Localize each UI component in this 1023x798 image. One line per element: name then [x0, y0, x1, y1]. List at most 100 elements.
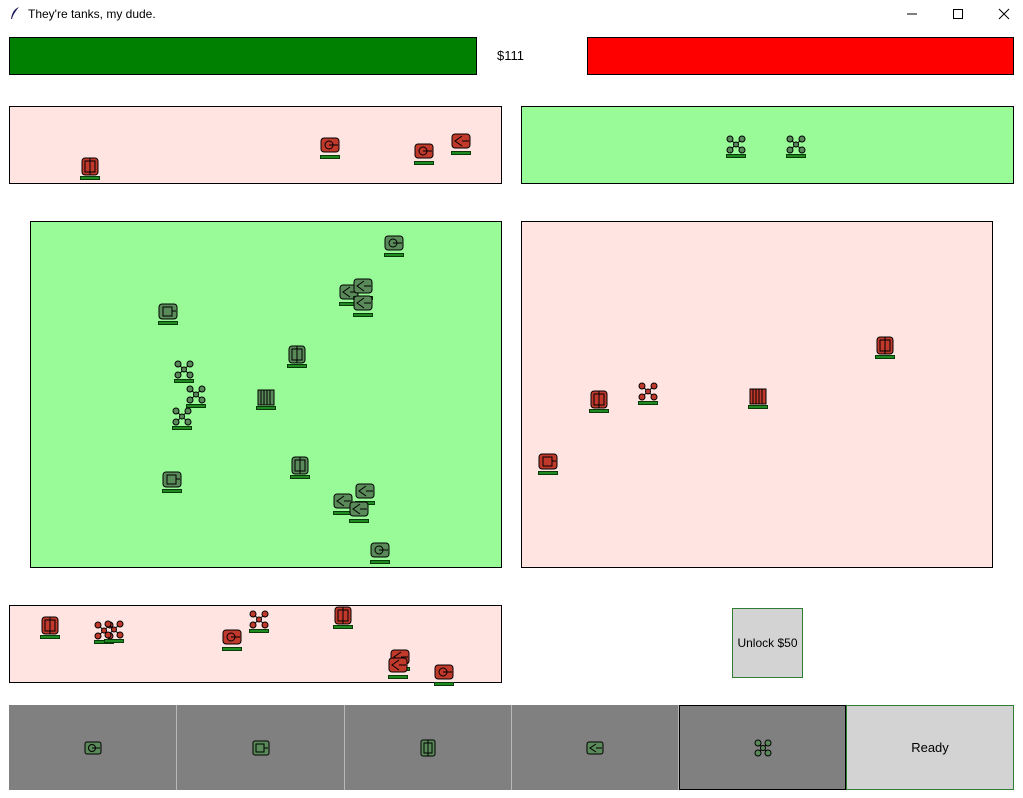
- unit-health-bar: [353, 313, 373, 317]
- base-unit-icon: [749, 388, 767, 405]
- medium-unit-icon: [162, 471, 182, 488]
- minimize-icon: [907, 13, 917, 15]
- heavy-unit[interactable]: [288, 456, 312, 482]
- light-unit[interactable]: [382, 234, 406, 260]
- light-unit-icon: [320, 137, 340, 153]
- unit-health-bar: [249, 629, 269, 633]
- heavy-unit[interactable]: [873, 336, 897, 362]
- drone-unit[interactable]: [724, 135, 748, 161]
- drone-unit[interactable]: [102, 620, 126, 646]
- unit-health-bar: [875, 355, 895, 359]
- unit-health-bar: [174, 379, 194, 383]
- heavy-tank-icon: [420, 739, 436, 756]
- medium-unit-icon: [538, 453, 558, 470]
- unlock-button[interactable]: Unlock $50: [732, 608, 803, 678]
- heavy-unit-icon: [876, 336, 894, 355]
- light-unit-icon: [370, 542, 390, 558]
- unit-health-bar: [333, 625, 353, 629]
- unit-health-bar: [158, 321, 178, 325]
- heavy-unit-icon: [41, 616, 59, 635]
- drone-unit[interactable]: [247, 610, 271, 636]
- artillery-unit[interactable]: [449, 132, 473, 158]
- maximize-icon: [953, 9, 963, 19]
- unit-health-bar: [538, 471, 558, 475]
- shop-slot-light-tank[interactable]: [9, 705, 177, 790]
- artillery-tank-icon: [586, 741, 604, 754]
- unit-health-bar: [104, 639, 124, 643]
- unit-health-bar: [162, 489, 182, 493]
- medium-unit[interactable]: [160, 470, 184, 496]
- feather-icon: [11, 7, 19, 19]
- unit-health-bar: [388, 675, 408, 679]
- light-unit-icon: [414, 143, 434, 159]
- unit-health-bar: [786, 154, 806, 158]
- light-unit[interactable]: [368, 541, 392, 567]
- close-button[interactable]: [981, 0, 1023, 28]
- medium-unit[interactable]: [156, 302, 180, 328]
- medium-unit[interactable]: [536, 452, 560, 478]
- artillery-unit[interactable]: [347, 500, 371, 526]
- heavy-unit-icon: [291, 456, 309, 475]
- artillery-unit[interactable]: [386, 656, 410, 682]
- unit-health-bar: [451, 151, 471, 155]
- zone-top-right[interactable]: [521, 106, 1014, 184]
- heavy-unit-icon: [81, 157, 99, 176]
- unit-health-bar: [290, 475, 310, 479]
- money-display: $111: [497, 48, 524, 63]
- drone-unit-icon: [638, 382, 658, 401]
- enemy-health-bar: [587, 37, 1014, 75]
- unit-health-bar: [222, 647, 242, 651]
- drone-unit[interactable]: [636, 382, 660, 408]
- shop-slot-artillery-tank[interactable]: [512, 705, 679, 790]
- drone-unit-icon: [186, 385, 206, 404]
- unit-health-bar: [320, 155, 340, 159]
- title-bar: They're tanks, my dude.: [0, 0, 1023, 28]
- heavy-unit[interactable]: [331, 606, 355, 632]
- close-icon: [998, 8, 1010, 20]
- unit-health-bar: [287, 364, 307, 368]
- unit-health-bar: [748, 405, 768, 409]
- artillery-unit-icon: [355, 483, 375, 499]
- heavy-unit[interactable]: [587, 390, 611, 416]
- light-unit[interactable]: [318, 136, 342, 162]
- light-tank-icon: [84, 741, 101, 754]
- artillery-unit[interactable]: [351, 294, 375, 320]
- unit-health-bar: [349, 519, 369, 523]
- artillery-unit-icon: [388, 657, 408, 673]
- drone-unit-icon: [172, 407, 192, 426]
- light-unit[interactable]: [220, 628, 244, 654]
- unit-health-bar: [384, 253, 404, 257]
- base-unit[interactable]: [254, 387, 278, 413]
- drone-unit-icon: [174, 360, 194, 379]
- drone-unit[interactable]: [784, 135, 808, 161]
- unit-health-bar: [589, 409, 609, 413]
- shop-slot-heavy-tank[interactable]: [345, 705, 512, 790]
- artillery-unit-icon: [349, 501, 369, 517]
- maximize-button[interactable]: [935, 0, 981, 28]
- light-unit[interactable]: [412, 142, 436, 168]
- light-unit[interactable]: [432, 663, 456, 689]
- medium-tank-icon: [252, 740, 269, 755]
- unit-health-bar: [80, 176, 100, 180]
- minimize-button[interactable]: [889, 0, 935, 28]
- drone-unit[interactable]: [172, 360, 196, 386]
- base-unit-icon: [257, 389, 275, 406]
- heavy-unit[interactable]: [285, 345, 309, 371]
- artillery-unit-icon: [353, 295, 373, 311]
- drone-unit-icon: [786, 135, 806, 154]
- heavy-unit-icon: [288, 345, 306, 364]
- player-health-bar: [9, 37, 477, 75]
- drone-unit[interactable]: [170, 407, 194, 433]
- light-unit-icon: [222, 629, 242, 645]
- drone-unit-icon: [104, 620, 124, 639]
- base-unit[interactable]: [746, 386, 770, 412]
- unit-health-bar: [370, 560, 390, 564]
- shop-slot-quad-drone[interactable]: [679, 705, 846, 790]
- unit-health-bar: [726, 154, 746, 158]
- ready-button[interactable]: Ready: [846, 705, 1014, 790]
- light-unit-icon: [384, 235, 404, 251]
- unit-health-bar: [414, 161, 434, 165]
- heavy-unit[interactable]: [78, 157, 102, 183]
- heavy-unit[interactable]: [38, 616, 62, 642]
- shop-slot-medium-tank[interactable]: [177, 705, 345, 790]
